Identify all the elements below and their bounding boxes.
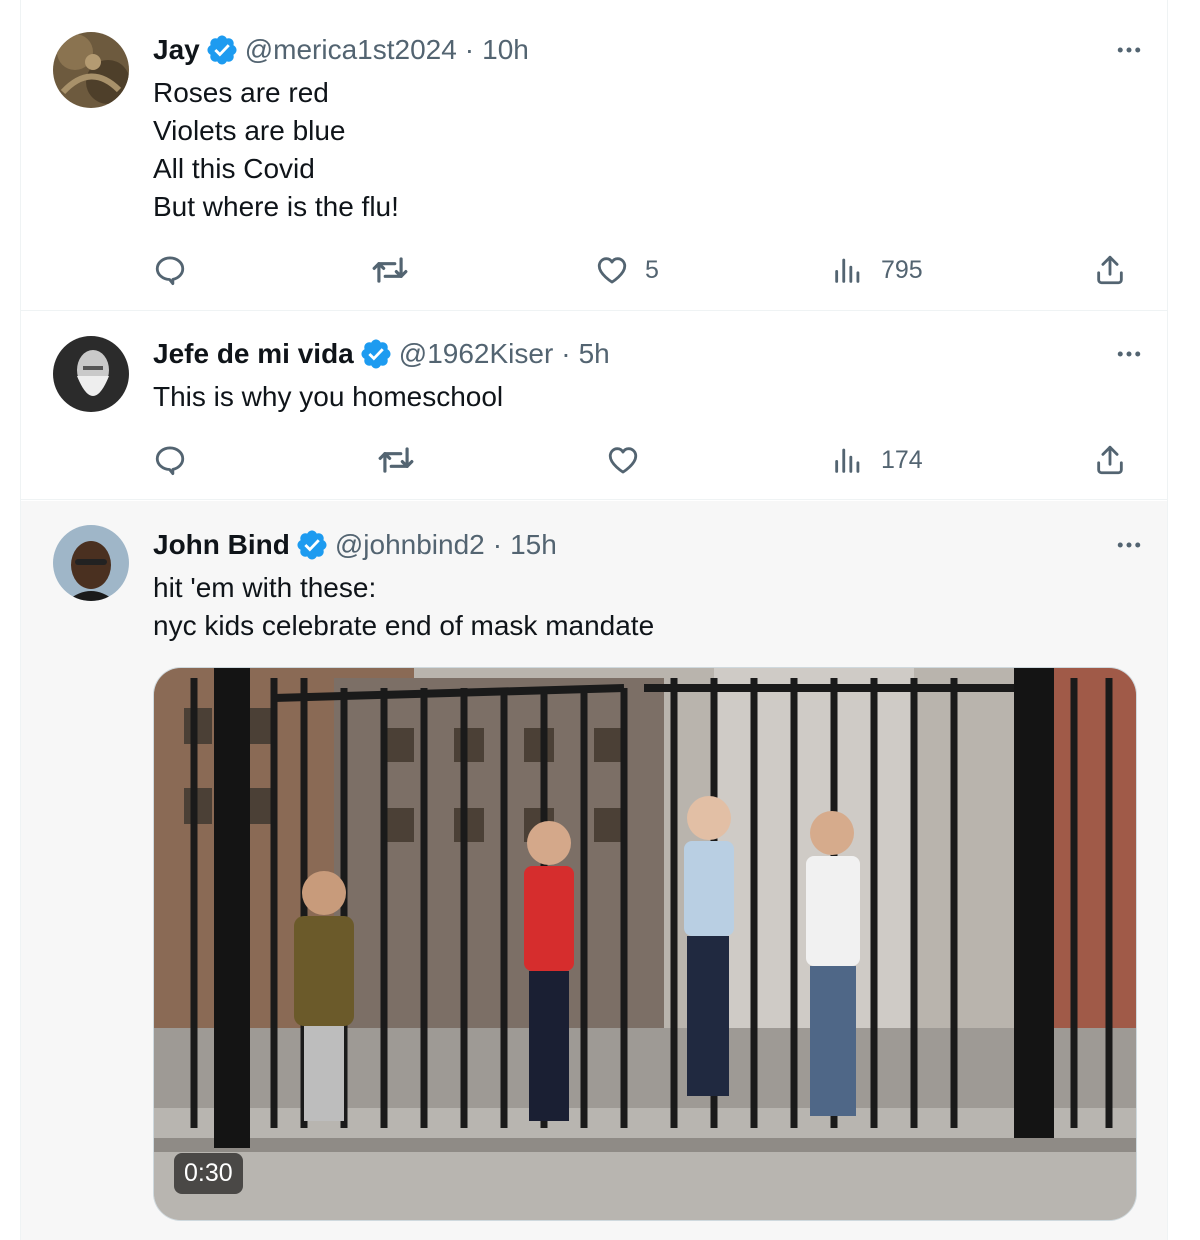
more-horizontal-icon (1114, 339, 1144, 369)
tweet-text-line: This is why you homeschool (153, 381, 504, 412)
view-count: 174 (881, 445, 923, 474)
username[interactable]: @1962Kiser (399, 338, 554, 370)
tweet-header: John Bind @johnbind2 · 15h (153, 527, 557, 563)
tweet[interactable]: John Bind @johnbind2 · 15h hit 'em with … (21, 501, 1167, 1240)
share-icon (1093, 443, 1127, 477)
display-name[interactable]: Jefe de mi vida (153, 338, 354, 370)
tweet-actions: 174 (21, 440, 1167, 480)
timestamp[interactable]: 5h (579, 338, 610, 370)
verified-badge-icon (205, 33, 239, 67)
display-name[interactable]: Jay (153, 34, 200, 66)
timestamp[interactable]: 15h (510, 529, 557, 561)
username[interactable]: @merica1st2024 (245, 34, 457, 66)
tweet-text: This is why you homeschool (153, 378, 503, 416)
avatar[interactable] (53, 336, 129, 412)
views-icon (831, 443, 865, 477)
reply-button[interactable] (153, 250, 187, 290)
views-button[interactable]: 174 (831, 440, 923, 480)
timeline-feed: Jay @merica1st2024 · 10h Roses are red V… (20, 0, 1168, 1240)
share-button[interactable] (1093, 440, 1127, 480)
more-button[interactable] (1111, 527, 1147, 563)
more-horizontal-icon (1114, 35, 1144, 65)
heart-icon (595, 253, 629, 287)
separator: · (464, 34, 475, 65)
username[interactable]: @johnbind2 (335, 529, 485, 561)
more-button[interactable] (1111, 336, 1147, 372)
view-count: 795 (881, 255, 923, 284)
tweet-text-line: hit 'em with these: (153, 572, 377, 603)
heart-icon (606, 443, 640, 477)
tweet-actions: 5 795 (21, 250, 1167, 290)
video-thumbnail (154, 668, 1136, 1220)
tweet[interactable]: Jefe de mi vida @1962Kiser · 5h This is … (21, 312, 1167, 500)
like-button[interactable] (606, 440, 640, 480)
avatar[interactable] (53, 32, 129, 108)
retweet-icon (377, 441, 415, 479)
separator: · (561, 338, 571, 369)
retweet-button[interactable] (377, 440, 415, 480)
like-button[interactable]: 5 (595, 250, 659, 290)
tweet-text-line: Violets are blue (153, 115, 346, 146)
avatar[interactable] (53, 525, 129, 601)
reply-icon (153, 253, 187, 287)
retweet-icon (371, 251, 409, 289)
tweet-text-line: Roses are red (153, 77, 329, 108)
retweet-button[interactable] (371, 250, 409, 290)
like-count: 5 (645, 255, 659, 284)
separator: · (492, 529, 503, 560)
tweet-text-line: But where is the flu! (153, 191, 399, 222)
video-duration: 0:30 (174, 1153, 243, 1194)
views-icon (831, 253, 865, 287)
tweet-header: Jefe de mi vida @1962Kiser · 5h (153, 336, 610, 372)
share-button[interactable] (1093, 250, 1127, 290)
more-button[interactable] (1111, 32, 1147, 68)
reply-icon (153, 443, 187, 477)
display-name[interactable]: John Bind (153, 529, 290, 561)
tweet-text: hit 'em with these: nyc kids celebrate e… (153, 569, 654, 645)
share-icon (1093, 253, 1127, 287)
video-player[interactable]: 0:30 (153, 667, 1137, 1221)
verified-badge-icon (359, 337, 393, 371)
reply-button[interactable] (153, 440, 187, 480)
tweet-text-line: All this Covid (153, 153, 315, 184)
tweet-header: Jay @merica1st2024 · 10h (153, 32, 529, 68)
more-horizontal-icon (1114, 530, 1144, 560)
tweet[interactable]: Jay @merica1st2024 · 10h Roses are red V… (21, 0, 1167, 311)
tweet-text-line: nyc kids celebrate end of mask mandate (153, 610, 655, 641)
views-button[interactable]: 795 (831, 250, 923, 290)
tweet-text: Roses are red Violets are blue All this … (153, 74, 399, 226)
timestamp[interactable]: 10h (482, 34, 529, 66)
verified-badge-icon (295, 528, 329, 562)
